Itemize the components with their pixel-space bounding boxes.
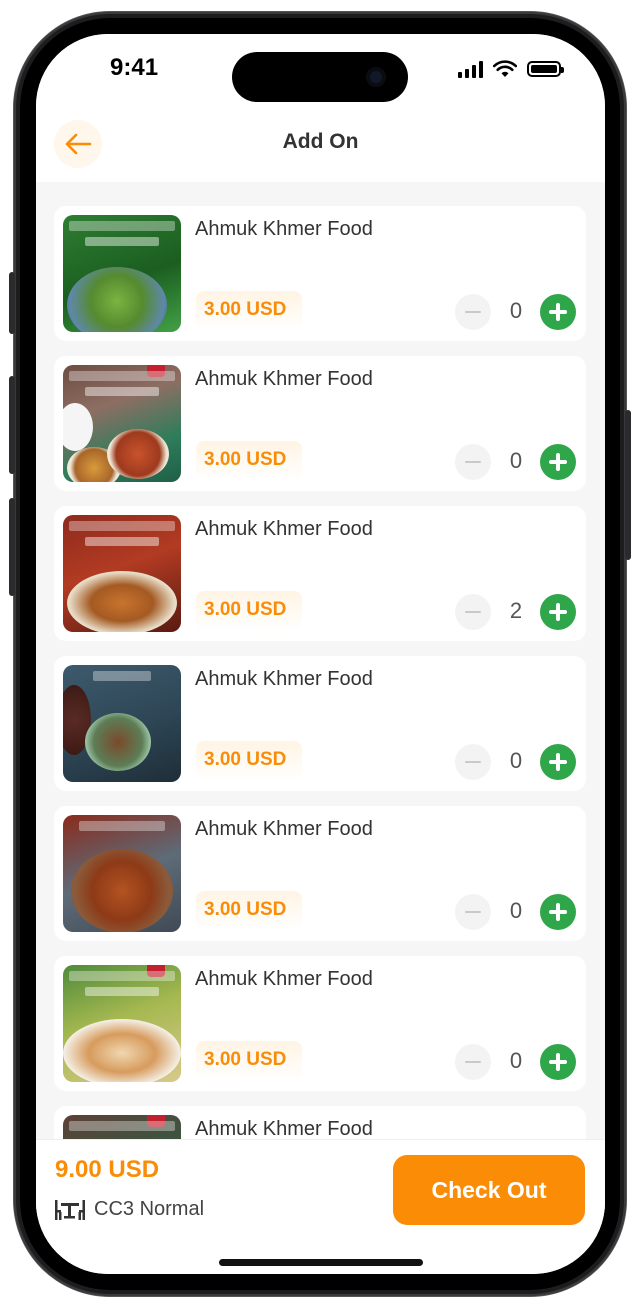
list-item: Ahmuk Khmer Food 3.00 USD 0	[54, 656, 586, 791]
phone-side-button	[625, 410, 631, 560]
list-item: Ahmuk Khmer Food 3.00 USD 0	[54, 806, 586, 941]
quantity-value: 0	[509, 298, 523, 323]
item-name: Ahmuk Khmer Food	[195, 218, 373, 240]
app-screen: 9:41 Add On Ahmuk Khmer Food 3.00 USD 0 …	[36, 34, 605, 1274]
checkout-bar: 9.00 USD CC3 Normal Check Out	[36, 1140, 605, 1274]
total-price: 9.00 USD	[55, 1156, 160, 1183]
item-price: 3.00 USD	[204, 1049, 287, 1070]
status-time: 9:41	[110, 54, 159, 81]
decrease-quantity-button[interactable]	[455, 744, 491, 780]
price-tag: 3.00 USD	[196, 891, 302, 931]
food-image	[63, 815, 181, 932]
price-tag: 3.00 USD	[196, 741, 302, 781]
price-tag: 3.00 USD	[196, 591, 302, 631]
quantity-value: 0	[509, 748, 523, 773]
list-item: Ahmuk Khmer Food 3.00 USD 0	[54, 206, 586, 341]
item-name: Ahmuk Khmer Food	[195, 818, 373, 840]
food-image	[63, 365, 181, 482]
item-price: 3.00 USD	[204, 599, 287, 620]
item-price: 3.00 USD	[204, 899, 287, 920]
status-bar: 9:41	[36, 34, 605, 114]
checkout-button[interactable]: Check Out	[393, 1155, 585, 1225]
home-indicator	[219, 1259, 423, 1266]
phone-side-button	[9, 498, 15, 596]
increase-quantity-button[interactable]	[540, 1044, 576, 1080]
list-item: Ahmuk Khmer Food 3.00 USD 0	[54, 356, 586, 491]
item-name: Ahmuk Khmer Food	[195, 1118, 373, 1140]
item-name: Ahmuk Khmer Food	[195, 368, 373, 390]
camera-icon	[366, 67, 386, 87]
status-icons	[458, 60, 564, 78]
phone-side-button	[9, 272, 15, 334]
table-info: CC3 Normal	[54, 1198, 204, 1221]
food-image	[63, 665, 181, 782]
increase-quantity-button[interactable]	[540, 894, 576, 930]
food-image	[63, 965, 181, 1082]
wifi-icon	[493, 60, 517, 77]
decrease-quantity-button[interactable]	[455, 294, 491, 330]
price-tag: 3.00 USD	[196, 291, 302, 331]
food-image	[63, 515, 181, 632]
item-name: Ahmuk Khmer Food	[195, 968, 373, 990]
quantity-value: 0	[509, 448, 523, 473]
item-price: 3.00 USD	[204, 749, 287, 770]
cellular-signal-icon	[458, 60, 483, 78]
increase-quantity-button[interactable]	[540, 594, 576, 630]
increase-quantity-button[interactable]	[540, 744, 576, 780]
increase-quantity-button[interactable]	[540, 294, 576, 330]
battery-icon	[527, 61, 564, 77]
table-label: CC3 Normal	[94, 1198, 205, 1220]
item-price: 3.00 USD	[204, 299, 287, 320]
list-item: Ahmuk Khmer Food 3.00 USD 2	[54, 506, 586, 641]
item-price: 3.00 USD	[204, 449, 287, 470]
price-tag: 3.00 USD	[196, 441, 302, 481]
page-title: Add On	[282, 130, 359, 153]
item-name: Ahmuk Khmer Food	[195, 518, 373, 540]
dynamic-island	[232, 52, 408, 102]
dining-table-icon	[55, 1199, 85, 1220]
quantity-value: 0	[509, 898, 523, 923]
quantity-value: 2	[509, 598, 523, 623]
quantity-value: 0	[509, 1048, 523, 1073]
food-image	[63, 215, 181, 332]
phone-side-button	[9, 376, 15, 474]
decrease-quantity-button[interactable]	[455, 444, 491, 480]
increase-quantity-button[interactable]	[540, 444, 576, 480]
item-name: Ahmuk Khmer Food	[195, 668, 373, 690]
decrease-quantity-button[interactable]	[455, 894, 491, 930]
decrease-quantity-button[interactable]	[455, 594, 491, 630]
app-header: Add On	[36, 114, 605, 182]
list-item: Ahmuk Khmer Food 3.00 USD 0	[54, 956, 586, 1091]
addon-list: Ahmuk Khmer Food 3.00 USD 0 Ahmuk Khmer …	[54, 206, 586, 1256]
price-tag: 3.00 USD	[196, 1041, 302, 1081]
decrease-quantity-button[interactable]	[455, 1044, 491, 1080]
